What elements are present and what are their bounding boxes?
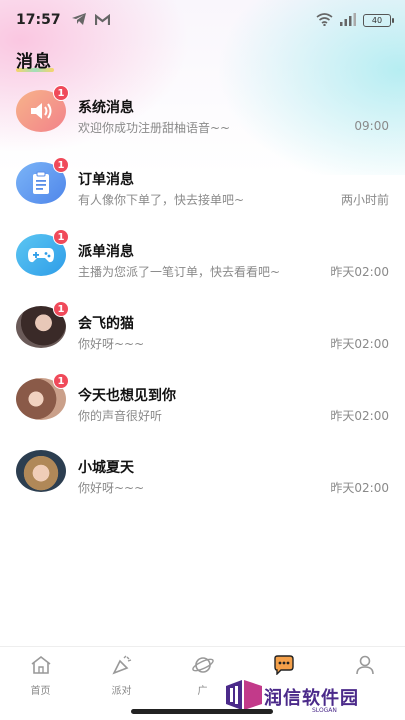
message-preview: 你的声音很好听 [78,409,163,423]
avatar: 1 [16,157,69,212]
message-time: 昨天02:00 [330,337,389,351]
message-preview: 你好呀~~~ [78,481,145,495]
profile-icon [354,655,376,679]
tab-label: 广 [197,686,208,697]
message-item-order[interactable]: 1 订单消息 有人像你下单了，快去接单吧~ 两小时前 [0,157,405,230]
message-item-user[interactable]: 小城夏天 你好呀~~~ 昨天02:00 [0,446,405,518]
user-photo [16,450,66,492]
message-time: 昨天02:00 [330,265,389,279]
watermark-slogan: SLOGAN [312,707,337,714]
wifi-icon [316,11,333,30]
message-time: 09:00 [354,119,389,133]
status-time: 17:57 [16,12,61,28]
message-name: 今天也想见到你 [78,388,176,404]
status-bar: 17:57 40 [0,0,405,40]
unread-badge: 1 [53,157,69,173]
message-time: 昨天02:00 [330,481,389,495]
home-icon [30,655,52,679]
message-preview: 主播为您派了一笔订单，快去看看吧~ [78,265,281,279]
tab-label: 首页 [30,686,51,697]
message-name: 派单消息 [78,244,134,260]
message-time: 昨天02:00 [330,409,389,423]
gmail-icon [94,11,110,30]
message-name: 小城夏天 [78,460,134,476]
message-list: 1 系统消息 欢迎你成功注册甜柚语音~~ 09:00 1 订单消息 有人像你下单… [0,85,405,518]
signal-icon [339,11,357,30]
unread-badge: 1 [53,85,69,101]
telegram-icon [71,11,87,30]
unread-badge: 1 [53,301,69,317]
avatar: 1 [16,373,69,428]
avatar [16,450,66,500]
message-icon [272,655,296,679]
message-item-user[interactable]: 1 今天也想见到你 你的声音很好听 昨天02:00 [0,373,405,446]
avatar: 1 [16,229,69,284]
message-preview: 有人像你下单了，快去接单吧~ [78,193,245,207]
message-item-dispatch[interactable]: 1 派单消息 主播为您派了一笔订单，快去看看吧~ 昨天02:00 [0,229,405,302]
message-name: 系统消息 [78,100,134,116]
battery-icon: 40 [363,13,394,27]
unread-badge: 1 [53,373,69,389]
message-name: 订单消息 [78,172,134,188]
message-time: 两小时前 [340,193,389,207]
message-item-system[interactable]: 1 系统消息 欢迎你成功注册甜柚语音~~ 09:00 [0,85,405,158]
tab-home[interactable]: 首页 [0,647,81,720]
message-name: 会飞的猫 [78,316,134,332]
page-title: 消息 [16,52,52,72]
unread-badge: 1 [53,229,69,245]
message-preview: 你好呀~~~ [78,337,145,351]
planet-icon [191,655,215,679]
message-preview: 欢迎你成功注册甜柚语音~~ [78,121,231,135]
avatar: 1 [16,301,69,356]
tab-label: 派对 [111,686,132,697]
party-icon [111,655,133,679]
message-item-user[interactable]: 1 会飞的猫 你好呀~~~ 昨天02:00 [0,301,405,374]
avatar: 1 [16,85,69,140]
home-indicator [131,709,273,714]
